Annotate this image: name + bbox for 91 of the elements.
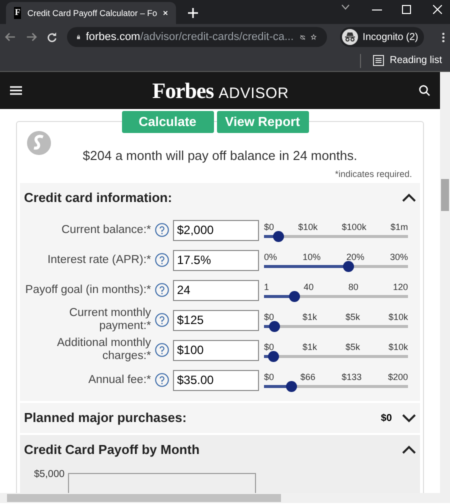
expand-icon[interactable] [402,413,416,423]
slider-tick-label: $10k [298,222,318,232]
slider-tick-label: $100k [342,222,366,232]
slider-tick-label: $200 [388,372,408,382]
slider-tick-label: 20% [346,252,364,262]
slider-tick-label: 120 [392,282,408,292]
new-tab-icon[interactable] [188,8,198,18]
slider-tick-label: $5k [345,312,360,322]
field-label: Additional monthly charges:* [56,337,151,363]
section-header[interactable]: Credit Card Payoff by Month [20,435,420,465]
section-title: Credit card information: [24,189,172,208]
slider-tick-label: $5k [345,342,360,352]
reload-icon[interactable] [46,32,57,42]
slider-tick-label: 0% [264,252,278,262]
logo-suffix[interactable]: ADVISOR [218,83,289,106]
reading-list-button[interactable]: Reading list [390,53,442,68]
vertical-scrollbar-thumb[interactable] [441,179,449,211]
slider-tick-label: 40 [304,282,314,292]
eye-slash-icon[interactable] [300,32,306,42]
logo-icon [26,130,52,156]
slider-tick-label: $0 [264,372,274,382]
slider-tick-label: 10% [302,252,321,262]
back-icon[interactable] [5,32,16,42]
address-bar[interactable]: forbes.com/advisor/credit-cards/credit-ca... [66,27,327,47]
profile-button[interactable]: Incognito (2) [340,27,424,47]
slider-tick-label: $1m [390,222,408,232]
favicon-icon: F [14,7,22,19]
incognito-icon [342,29,358,45]
value-input[interactable]: $125 [173,310,259,330]
help-icon[interactable] [155,373,169,387]
dropdown-icon[interactable] [341,4,350,10]
slider-thumb[interactable] [268,351,279,362]
help-icon[interactable] [155,343,169,357]
profile-label: Incognito (2) [362,30,418,44]
minimize-icon[interactable] [372,9,382,11]
section-title: Planned major purchases: [24,409,188,428]
collapse-icon[interactable] [402,445,416,455]
more-icon[interactable] [442,32,445,42]
slider-thumb[interactable] [289,291,300,302]
purchases-amount: $0 [380,412,392,426]
slider-tick-label: $0 [264,342,274,352]
lock-icon [76,33,80,41]
slider-tick-label: $1k [302,342,317,352]
help-icon[interactable] [155,283,169,297]
value-input[interactable]: $35.00 [173,370,259,390]
value-input[interactable]: $100 [173,340,259,360]
list-icon[interactable] [372,55,384,66]
result-text: $204 a month will pay off balance in 24 months. [82,147,358,165]
value-input[interactable]: 17.5% [173,250,259,270]
value-input[interactable]: $2,000 [173,220,259,240]
tab-title: Credit Card Payoff Calculator – Fo [27,6,158,20]
slider-tick-label: $66 [300,372,316,382]
url-text: forbes.com/advisor/credit-cards/credit-ca... [86,30,294,45]
menu-icon[interactable] [10,86,22,95]
logo[interactable]: Forbes [152,74,214,107]
field-label: Interest rate (APR):* [46,254,151,266]
close-icon[interactable] [163,9,168,17]
section-header[interactable]: Planned major purchases: $0 [20,403,420,433]
slider-tick-label: $10k [388,342,408,352]
slider-thumb[interactable] [269,321,280,332]
star-icon[interactable] [311,32,317,42]
slider-tick-label: $0 [264,222,274,232]
help-icon[interactable] [155,253,169,267]
close-icon[interactable] [433,5,442,14]
slider-thumb[interactable] [342,261,354,272]
axis-label: $5,000 [34,468,65,482]
required-note: *indicates required. [334,168,413,181]
slider-tick-label: 30% [390,252,408,262]
forward-icon[interactable] [26,32,37,42]
search-icon[interactable] [419,85,430,96]
slider-tick-label: $133 [342,372,362,382]
slider-tick-label: 1 [264,282,270,292]
collapse-icon[interactable] [402,193,416,203]
slider-tick-label: $0 [264,312,274,322]
maximize-icon[interactable] [402,5,411,14]
browser-tab[interactable]: F Credit Card Payoff Calculator – Fo [6,2,176,24]
slider-tick-label: $1k [302,312,317,322]
section-title: Credit Card Payoff by Month [24,441,200,460]
slider-tick-label: $10k [388,312,408,322]
slider-thumb[interactable] [273,231,284,242]
field-label: Annual fee:* [87,374,151,386]
section-header[interactable]: Credit card information: [20,183,420,213]
help-icon[interactable] [155,313,169,327]
field-label: Current monthly payment:* [68,307,151,333]
slider-thumb[interactable] [286,381,298,392]
field-label: Payoff goal (in months):* [24,284,151,296]
slider-tick-label: 80 [348,282,358,292]
horizontal-scrollbar-thumb[interactable] [7,494,281,502]
value-input[interactable]: 24 [173,280,259,300]
help-icon[interactable] [155,223,169,237]
field-label: Current balance:* [60,224,151,236]
